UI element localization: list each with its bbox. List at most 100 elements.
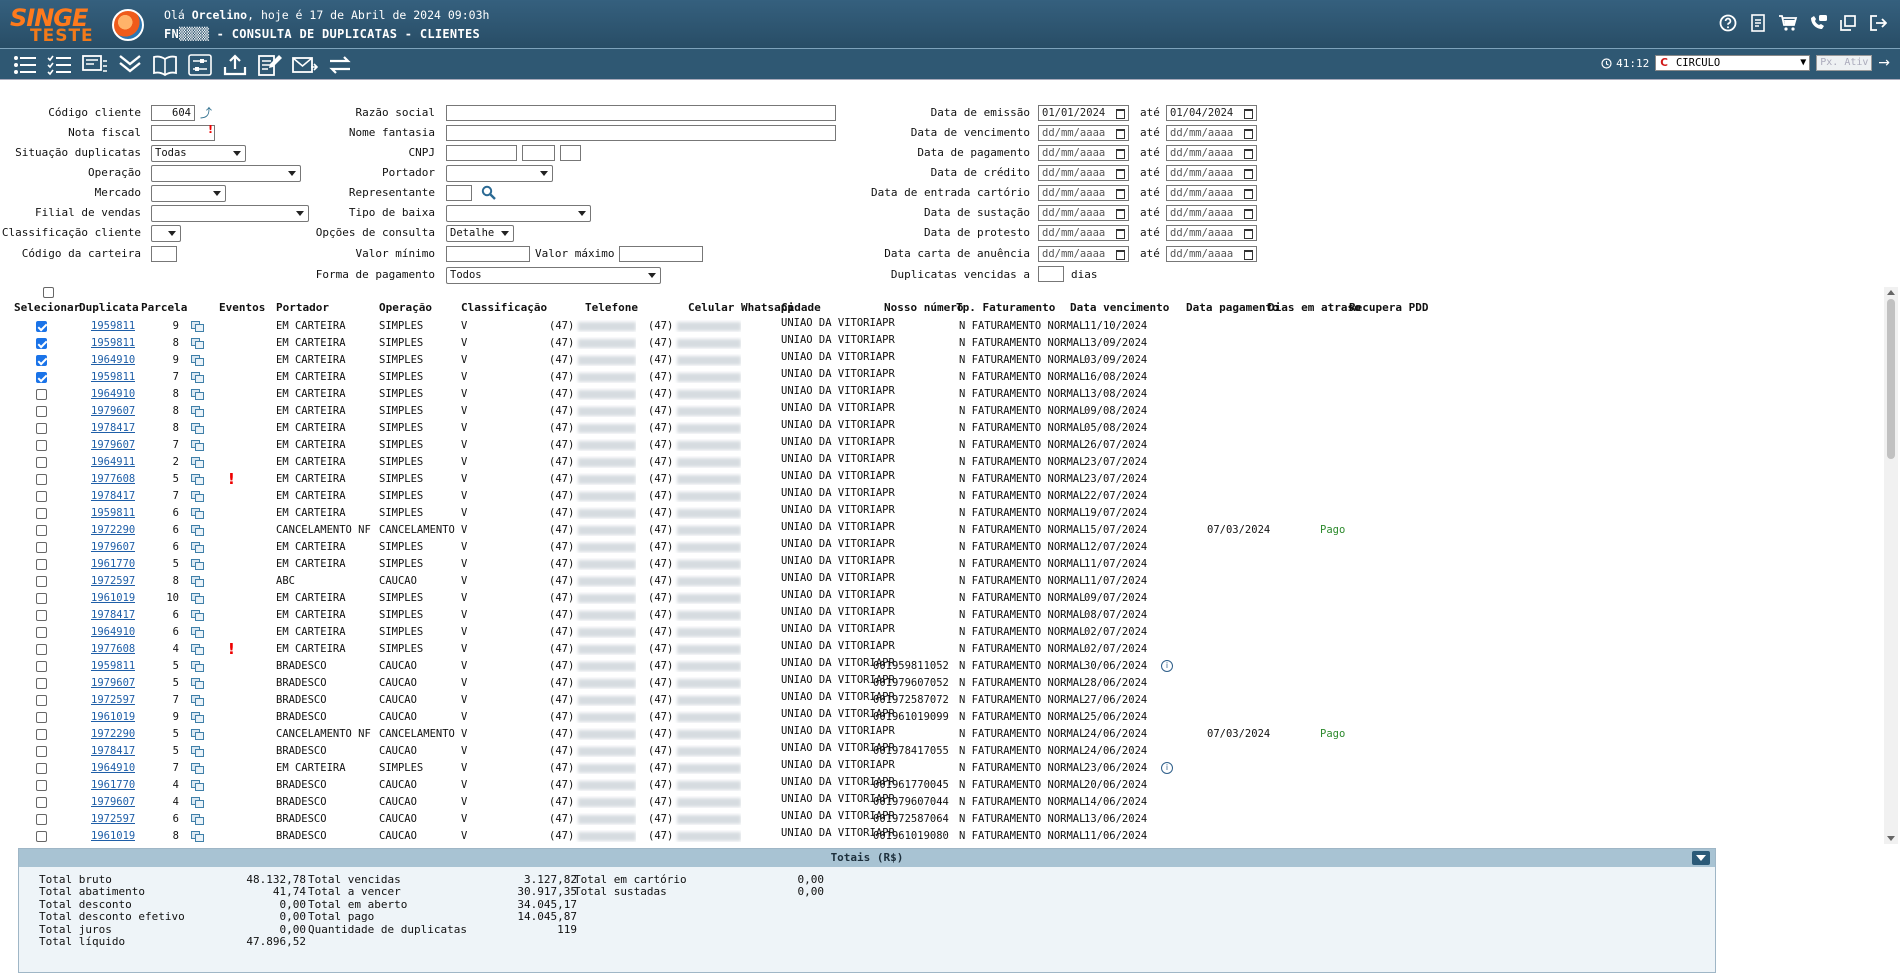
duplicata-link[interactable]: 1959811 (91, 320, 135, 332)
duplicata-link[interactable]: 1959811 (91, 371, 135, 383)
opcoes-select[interactable]: Detalhe (446, 225, 514, 242)
copy-icon[interactable] (191, 644, 204, 655)
column-header[interactable]: Recupera PDD (1349, 301, 1428, 314)
filial-select[interactable] (151, 205, 309, 222)
cartorio-to-input[interactable]: dd/mm/aaaa (1166, 185, 1257, 201)
column-header[interactable]: Duplicata (79, 301, 139, 314)
row-select-checkbox[interactable] (36, 389, 47, 400)
copy-icon[interactable] (191, 763, 204, 774)
arrow-right-icon[interactable]: → (1878, 55, 1890, 71)
duplicata-link[interactable]: 1959811 (91, 507, 135, 519)
duplicata-link[interactable]: 1964910 (91, 354, 135, 366)
credito-from-input[interactable]: dd/mm/aaaa (1038, 165, 1129, 181)
copy-icon[interactable] (191, 423, 204, 434)
duplicata-link[interactable]: 1977608 (91, 473, 135, 485)
cnpj-digit-input[interactable] (560, 145, 581, 161)
copy-icon[interactable] (191, 542, 204, 553)
copy-icon[interactable] (191, 508, 204, 519)
duplicata-link[interactable]: 1977608 (91, 643, 135, 655)
upload-icon[interactable] (219, 52, 251, 78)
row-select-checkbox[interactable] (36, 712, 47, 723)
representante-input[interactable] (446, 185, 472, 201)
info-icon[interactable]: i (1161, 660, 1173, 672)
copy-icon[interactable] (191, 355, 204, 366)
duplicata-link[interactable]: 1972597 (91, 694, 135, 706)
search-icon[interactable] (481, 185, 497, 200)
codigo-cliente-input[interactable]: 604 (151, 105, 195, 121)
copy-icon[interactable] (191, 338, 204, 349)
duplicata-link[interactable]: 1978417 (91, 745, 135, 757)
copy-icon[interactable] (191, 627, 204, 638)
alert-icon[interactable]: ! (228, 470, 235, 488)
cartorio-from-input[interactable]: dd/mm/aaaa (1038, 185, 1129, 201)
vencimento-to-input[interactable]: dd/mm/aaaa (1166, 125, 1257, 141)
list-icon[interactable] (9, 52, 41, 78)
report-icon[interactable] (1748, 12, 1768, 34)
credito-to-input[interactable]: dd/mm/aaaa (1166, 165, 1257, 181)
copy-icon[interactable] (191, 491, 204, 502)
column-header[interactable]: Data pagamento (1186, 301, 1279, 314)
row-select-checkbox[interactable] (36, 576, 47, 587)
copy-icon[interactable] (191, 831, 204, 842)
anuencia-to-input[interactable]: dd/mm/aaaa (1166, 246, 1257, 262)
nota-fiscal-input[interactable] (151, 125, 215, 141)
valor-maximo-input[interactable] (619, 246, 703, 262)
copy-icon[interactable] (191, 780, 204, 791)
copy-icon[interactable] (191, 321, 204, 332)
duplicata-link[interactable]: 1979607 (91, 439, 135, 451)
duplicata-link[interactable]: 1961019 (91, 711, 135, 723)
help-icon[interactable] (1718, 12, 1738, 34)
row-select-checkbox[interactable] (36, 610, 47, 621)
column-header[interactable]: Data vencimento (1070, 301, 1169, 314)
duplicata-link[interactable]: 1961770 (91, 558, 135, 570)
vencidas-dias-input[interactable] (1038, 266, 1064, 282)
copy-icon[interactable] (191, 474, 204, 485)
column-header[interactable]: Telefone (585, 301, 638, 314)
classificacao-select[interactable] (151, 225, 181, 242)
copy-icon[interactable] (191, 678, 204, 689)
row-select-checkbox[interactable] (36, 321, 47, 332)
book-icon[interactable] (149, 52, 181, 78)
column-header[interactable]: Operação (379, 301, 432, 314)
row-select-checkbox[interactable] (36, 423, 47, 434)
row-select-checkbox[interactable] (36, 406, 47, 417)
duplicata-link[interactable]: 1979607 (91, 677, 135, 689)
cnpj-root-input[interactable] (446, 145, 517, 161)
row-select-checkbox[interactable] (36, 593, 47, 604)
px-ativ-input[interactable]: Px. Ativ (1816, 55, 1873, 71)
row-select-checkbox[interactable] (36, 678, 47, 689)
duplicata-link[interactable]: 1979607 (91, 796, 135, 808)
row-select-checkbox[interactable] (36, 746, 47, 757)
duplicata-link[interactable]: 1959811 (91, 660, 135, 672)
phone-chat-icon[interactable] (1808, 12, 1828, 34)
row-select-checkbox[interactable] (36, 729, 47, 740)
pagamento-to-input[interactable]: dd/mm/aaaa (1166, 145, 1257, 161)
duplicata-link[interactable]: 1961019 (91, 830, 135, 842)
duplicata-link[interactable]: 1972290 (91, 524, 135, 536)
sustacao-to-input[interactable]: dd/mm/aaaa (1166, 205, 1257, 221)
column-header[interactable]: Eventos (219, 301, 265, 314)
duplicata-link[interactable]: 1978417 (91, 490, 135, 502)
swap-icon[interactable] (324, 52, 356, 78)
scrollbar-thumb[interactable] (1887, 299, 1895, 459)
card-list-icon[interactable] (79, 52, 111, 78)
select-all-checkbox[interactable] (43, 287, 54, 298)
row-select-checkbox[interactable] (36, 627, 47, 638)
column-header[interactable]: Parcela (141, 301, 187, 314)
emissao-to-input[interactable]: 01/04/2024 (1166, 105, 1257, 121)
copy-icon[interactable] (191, 695, 204, 706)
row-select-checkbox[interactable] (36, 661, 47, 672)
scroll-down-arrow-icon[interactable] (1887, 836, 1895, 841)
column-header[interactable]: Nosso número (884, 301, 963, 314)
copy-icon[interactable] (191, 712, 204, 723)
row-select-checkbox[interactable] (36, 797, 47, 808)
send-mail-icon[interactable] (289, 52, 321, 78)
duplicata-link[interactable]: 1972597 (91, 575, 135, 587)
row-select-checkbox[interactable] (36, 831, 47, 842)
cart-icon[interactable] (1778, 12, 1798, 34)
row-select-checkbox[interactable] (36, 814, 47, 825)
copy-icon[interactable] (191, 576, 204, 587)
row-select-checkbox[interactable] (36, 338, 47, 349)
collapse-icon[interactable] (1692, 851, 1710, 865)
row-select-checkbox[interactable] (36, 491, 47, 502)
